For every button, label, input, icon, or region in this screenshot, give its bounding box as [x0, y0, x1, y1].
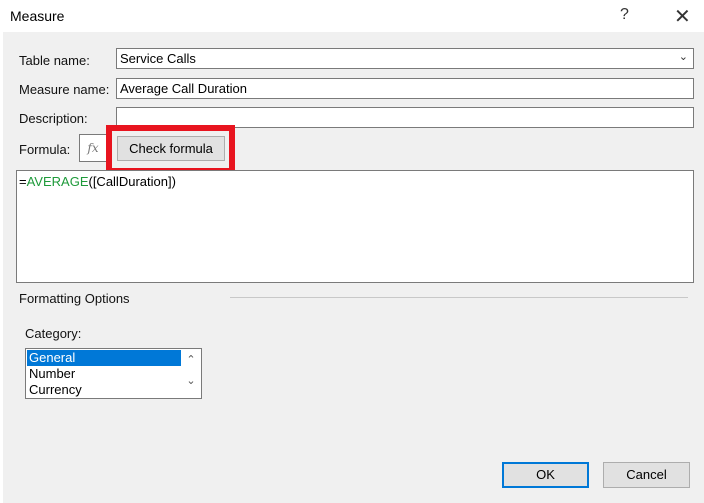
- description-label: Description:: [19, 111, 88, 126]
- fx-button[interactable]: fx: [79, 134, 107, 162]
- table-name-label: Table name:: [19, 53, 90, 68]
- chevron-down-icon: ⌄: [678, 51, 688, 63]
- list-item-general[interactable]: General: [27, 350, 181, 366]
- formula-function: AVERAGE: [26, 174, 89, 189]
- measure-name-input[interactable]: Average Call Duration: [116, 78, 694, 99]
- cancel-button[interactable]: Cancel: [603, 462, 690, 488]
- formatting-options-header: Formatting Options: [19, 291, 130, 306]
- category-label: Category:: [25, 326, 82, 341]
- formula-label: Formula:: [19, 142, 71, 157]
- help-icon[interactable]: ?: [620, 6, 629, 24]
- category-list[interactable]: General Number Currency ⌃ ⌄: [25, 348, 202, 399]
- title-bar: Measure ? ✕: [0, 0, 704, 32]
- formula-editor[interactable]: =AVERAGE([CallDuration]): [16, 170, 694, 283]
- chevron-up-icon[interactable]: ⌃: [181, 353, 201, 366]
- dialog-title: Measure: [10, 8, 65, 24]
- measure-name-label: Measure name:: [19, 82, 110, 97]
- formula-args: ([CallDuration]): [88, 174, 176, 189]
- ok-button[interactable]: OK: [502, 462, 589, 488]
- table-name-dropdown[interactable]: Service Calls ⌄: [116, 48, 694, 69]
- scrollbar[interactable]: ⌃ ⌄: [181, 349, 201, 398]
- list-item-currency[interactable]: Currency: [27, 382, 181, 398]
- table-name-value: Service Calls: [120, 51, 196, 66]
- close-icon[interactable]: ✕: [674, 4, 691, 29]
- highlight-box: [106, 125, 235, 174]
- chevron-down-icon[interactable]: ⌄: [181, 374, 201, 387]
- separator: [230, 297, 688, 298]
- formula-prefix: =: [19, 174, 27, 189]
- list-item-number[interactable]: Number: [27, 366, 181, 382]
